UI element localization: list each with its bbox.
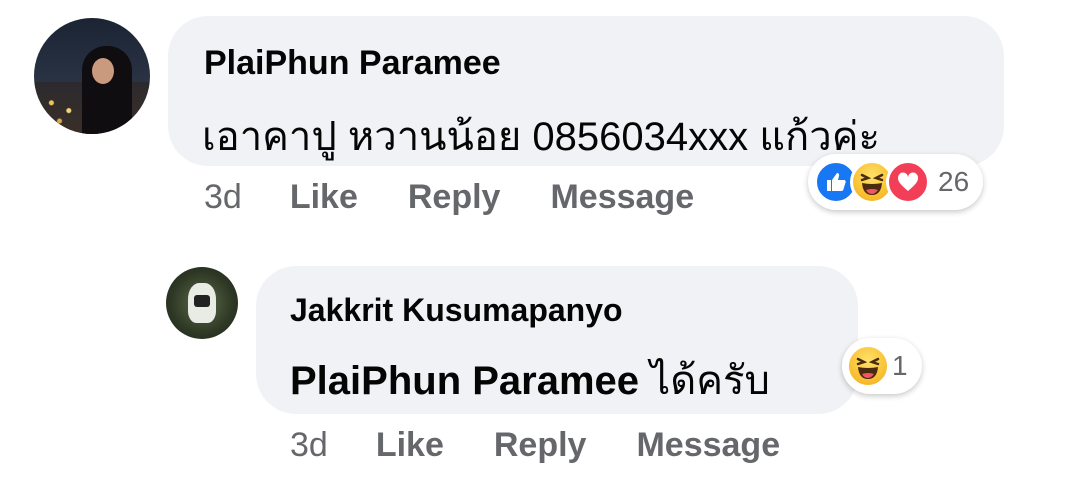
haha-icon <box>846 344 890 388</box>
reply-text: PlaiPhun Paramee ได้ครับ <box>290 348 770 412</box>
comment-thread: PlaiPhun Paramee เอาคาปู หวานน้อย 085603… <box>0 0 1080 477</box>
reply-author[interactable]: Jakkrit Kusumapanyo <box>290 292 623 329</box>
avatar[interactable] <box>166 267 238 339</box>
like-button[interactable]: Like <box>376 426 444 465</box>
message-button[interactable]: Message <box>636 426 780 465</box>
comment-actions: 3d Like Reply Message <box>204 178 744 217</box>
love-icon <box>886 160 930 204</box>
comment-text: เอาคาปู หวานน้อย 0856034xxx แก้วค่ะ <box>202 115 880 159</box>
like-button[interactable]: Like <box>290 178 358 217</box>
reply-time[interactable]: 3d <box>290 426 328 465</box>
reply-button[interactable]: Reply <box>408 178 501 217</box>
message-button[interactable]: Message <box>550 178 694 217</box>
avatar-camera <box>194 295 210 307</box>
comment-author[interactable]: PlaiPhun Paramee <box>204 44 501 83</box>
avatar-face <box>92 58 114 84</box>
reply-button[interactable]: Reply <box>494 426 587 465</box>
reply-actions: 3d Like Reply Message <box>290 426 830 465</box>
reaction-count: 26 <box>938 166 970 197</box>
mention-link[interactable]: PlaiPhun Paramee <box>290 359 639 403</box>
reactions-summary[interactable]: 1 <box>842 338 922 394</box>
comment-time[interactable]: 3d <box>204 178 242 217</box>
avatar[interactable] <box>34 18 150 134</box>
reaction-count: 1 <box>892 350 908 381</box>
reply-message: ได้ครับ <box>639 359 770 403</box>
reactions-summary[interactable]: 26 <box>808 154 984 210</box>
